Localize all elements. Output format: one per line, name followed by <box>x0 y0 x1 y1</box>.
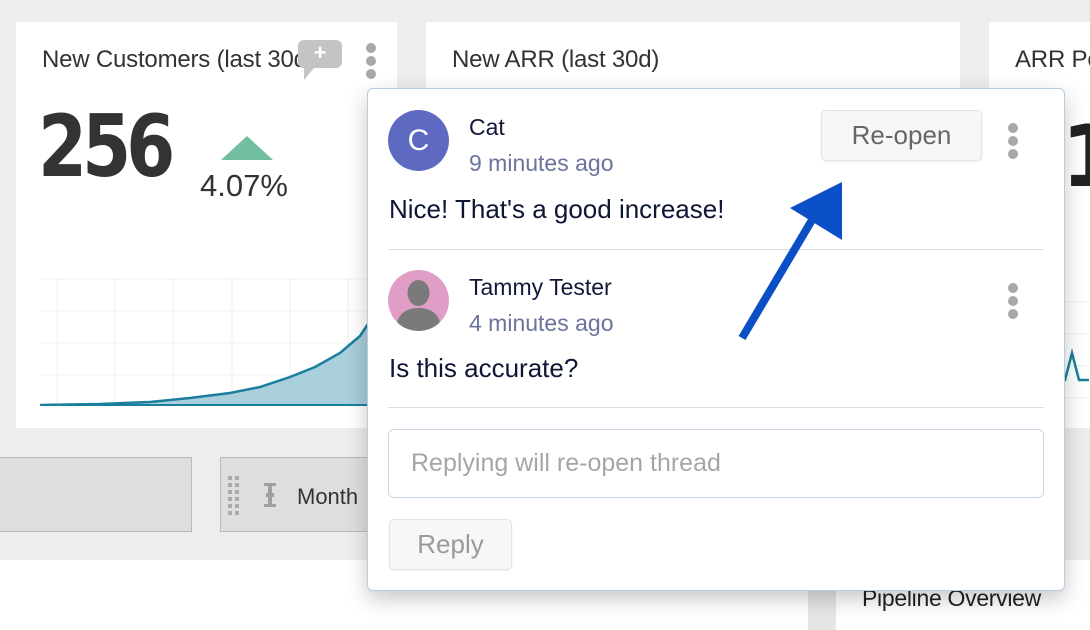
text-cursor-icon <box>264 483 276 507</box>
comment-author: Tammy Tester <box>469 274 612 300</box>
new-customers-area-chart <box>40 278 380 406</box>
comment-thread-popover: C Cat 9 minutes ago Re-open Nice! That's… <box>367 88 1065 591</box>
divider <box>388 407 1044 408</box>
filter-control[interactable] <box>0 457 192 532</box>
card-title: New Customers (last 30d) <box>42 46 315 73</box>
trend-up-icon <box>221 136 273 160</box>
comment-body: Is this accurate? <box>389 353 579 383</box>
trend-percent: 4.07% <box>200 168 288 203</box>
comment-timestamp: 4 minutes ago <box>469 310 614 336</box>
add-comment-icon[interactable]: + <box>298 40 342 80</box>
reopen-button[interactable]: Re-open <box>821 110 982 161</box>
comment-item: C Cat 9 minutes ago Re-open Nice! That's… <box>368 89 1064 249</box>
comment-menu-kebab-icon[interactable] <box>1008 283 1018 319</box>
filter-control-month[interactable]: Month <box>220 457 380 532</box>
user-silhouette-icon <box>396 280 441 331</box>
kpi-value: 1 <box>1061 114 1090 200</box>
comment-timestamp: 9 minutes ago <box>469 150 614 176</box>
reply-input[interactable] <box>388 429 1044 498</box>
kpi-card-new-customers: New Customers (last 30d) + 256 4.07% <box>16 22 397 428</box>
filter-label: Month <box>297 484 359 509</box>
drag-handle-icon[interactable] <box>228 476 240 515</box>
card-title: ARR Per Customer <box>1015 46 1090 73</box>
reply-button[interactable]: Reply <box>389 519 512 570</box>
comment-body: Nice! That's a good increase! <box>389 194 725 224</box>
comment-menu-kebab-icon[interactable] <box>1008 123 1018 159</box>
comment-author: Cat <box>469 114 505 140</box>
comment-item: Tammy Tester 4 minutes ago Is this accur… <box>368 249 1064 407</box>
card-menu-kebab-icon[interactable] <box>366 43 376 79</box>
kpi-value: 256 <box>38 97 175 197</box>
card-title: New ARR (last 30d) <box>452 46 660 73</box>
avatar: C <box>388 110 449 171</box>
avatar <box>388 270 449 331</box>
chart-area <box>40 306 380 405</box>
